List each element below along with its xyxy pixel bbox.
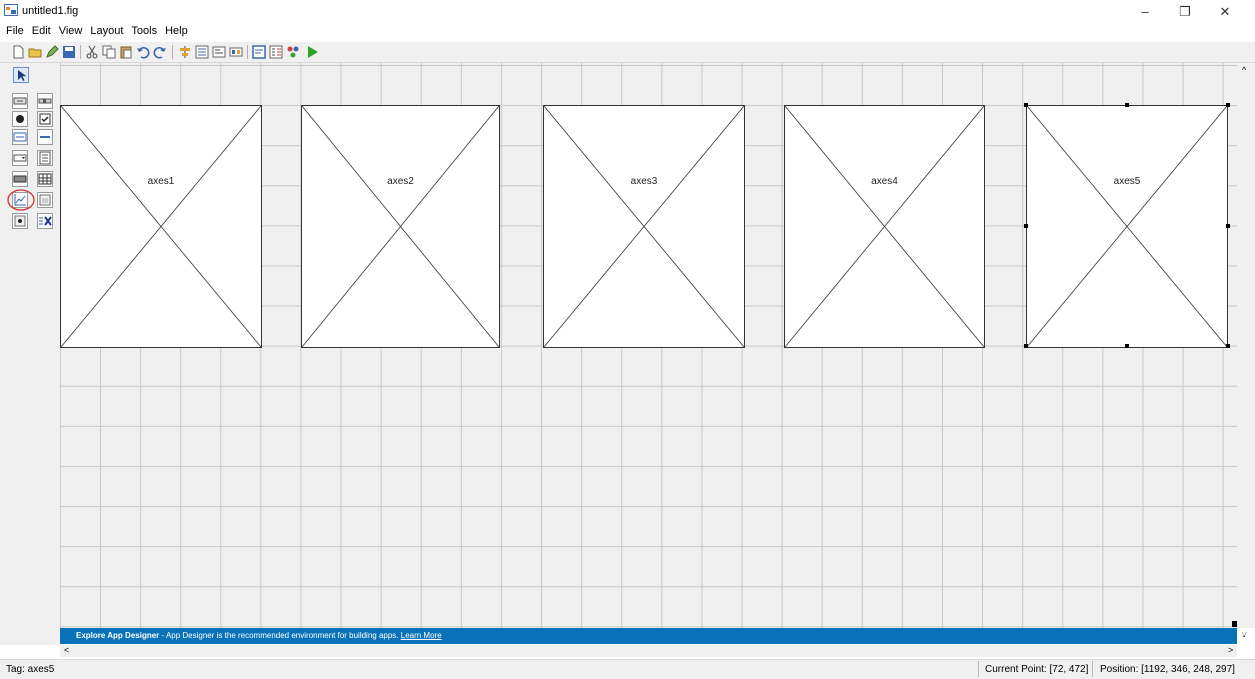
new-file-icon[interactable] <box>11 45 25 59</box>
resize-handle[interactable] <box>1024 344 1028 348</box>
push-button-icon[interactable] <box>12 93 28 109</box>
toolbar-separator <box>247 45 248 59</box>
property-inspector-icon[interactable] <box>269 45 283 59</box>
axes-placeholder-cross <box>61 106 261 347</box>
resize-handle[interactable] <box>1024 103 1028 107</box>
select-arrow-icon[interactable] <box>13 67 29 83</box>
axes-box[interactable]: axes3 <box>543 105 745 348</box>
toolbar-separator <box>172 45 173 59</box>
status-divider <box>1092 661 1093 677</box>
popup-menu-icon[interactable] <box>12 150 28 166</box>
resize-handle[interactable] <box>1024 224 1028 228</box>
axes-placeholder-cross <box>785 106 984 347</box>
close-button[interactable]: ✕ <box>1205 2 1245 22</box>
panel-icon[interactable] <box>37 192 53 208</box>
static-text-icon[interactable] <box>37 129 53 145</box>
radio-button-icon[interactable] <box>12 111 28 127</box>
resize-handle[interactable] <box>1226 224 1230 228</box>
axes-placeholder-cross <box>544 106 744 347</box>
toolbar-separator <box>80 45 81 59</box>
editor-icon[interactable] <box>252 45 266 59</box>
open-folder-icon[interactable] <box>28 45 42 59</box>
menu-edit[interactable]: Edit <box>28 22 55 37</box>
align-objects-icon[interactable] <box>178 45 192 59</box>
edit-text-icon[interactable] <box>12 129 28 145</box>
tab-order-editor-icon[interactable] <box>212 45 226 59</box>
scroll-left-arrow-icon[interactable]: < <box>64 645 69 655</box>
component-palette <box>0 63 60 645</box>
redo-icon[interactable] <box>153 45 167 59</box>
layout-canvas[interactable]: axes1 axes2 axes3 axes4 axes5 <box>60 63 1237 628</box>
status-divider <box>978 661 979 677</box>
axes-label: axes4 <box>871 176 898 187</box>
axes-placeholder-cross <box>302 106 499 347</box>
cut-icon[interactable] <box>85 45 99 59</box>
axes-label: axes3 <box>630 176 658 187</box>
matlab-fig-icon <box>4 4 18 16</box>
menu-layout[interactable]: Layout <box>86 22 127 37</box>
object-browser-icon[interactable] <box>286 45 300 59</box>
resize-handle[interactable] <box>1226 103 1230 107</box>
axes-box[interactable]: axes4 <box>784 105 985 348</box>
menu-tools[interactable]: Tools <box>127 22 161 37</box>
scroll-up-arrow-icon[interactable]: ^ <box>1242 65 1246 75</box>
app-designer-banner: Explore App Designer - App Designer is t… <box>60 628 1249 644</box>
menu-help[interactable]: Help <box>161 22 192 37</box>
toggle-button-icon[interactable] <box>12 171 28 187</box>
axes-placeholder-cross <box>1027 106 1227 347</box>
checkbox-icon[interactable] <box>37 111 53 127</box>
resize-handle[interactable] <box>1125 103 1129 107</box>
toolbar <box>0 42 1255 63</box>
axes-label: axes2 <box>387 176 414 187</box>
status-tag: Tag: axes5 <box>6 664 55 675</box>
horizontal-scrollbar[interactable]: < > <box>60 645 1237 657</box>
activex-icon[interactable] <box>37 213 53 229</box>
slider-icon[interactable] <box>37 93 53 109</box>
paste-icon[interactable] <box>119 45 133 59</box>
restore-button[interactable]: ❐ <box>1165 2 1205 22</box>
run-icon[interactable] <box>305 45 319 59</box>
status-bar: Tag: axes5 Current Point: [72, 472] Posi… <box>0 659 1255 679</box>
menu-bar: File Edit View Layout Tools Help <box>0 22 1255 42</box>
undo-icon[interactable] <box>136 45 150 59</box>
axes-label: axes5 <box>1113 176 1141 187</box>
axes-box[interactable]: axes1 <box>60 105 262 348</box>
button-group-icon[interactable] <box>12 213 28 229</box>
toolbar-editor-icon[interactable] <box>229 45 243 59</box>
menu-editor-icon[interactable] <box>195 45 209 59</box>
resize-handle[interactable] <box>1125 344 1129 348</box>
scroll-right-arrow-icon[interactable]: > <box>1228 645 1233 655</box>
status-position: Position: [1192, 346, 248, 297] <box>1100 664 1235 675</box>
banner-close-icon[interactable]: ⊞ <box>1237 630 1249 642</box>
banner-title: Explore App Designer <box>76 631 160 640</box>
listbox-icon[interactable] <box>37 150 53 166</box>
axes-box[interactable]: axes2 <box>301 105 500 348</box>
save-icon[interactable] <box>62 45 76 59</box>
menu-view[interactable]: View <box>55 22 87 37</box>
window-title: untitled1.fig <box>22 5 79 17</box>
title-bar: untitled1.fig – ❐ ✕ <box>0 0 1255 22</box>
axes-box-selected[interactable]: axes5 <box>1026 105 1228 348</box>
red-circle-annotation <box>7 189 35 211</box>
table-icon[interactable] <box>37 171 53 187</box>
status-current-point: Current Point: [72, 472] <box>985 664 1089 675</box>
copy-icon[interactable] <box>102 45 116 59</box>
minimize-button[interactable]: – <box>1125 2 1165 22</box>
menu-file[interactable]: File <box>2 22 28 37</box>
vertical-scrollbar[interactable]: ^ v <box>1237 63 1255 639</box>
learn-more-link[interactable]: Learn More <box>401 631 442 640</box>
axes-label: axes1 <box>147 176 175 187</box>
resize-handle[interactable] <box>1226 344 1230 348</box>
edit-icon[interactable] <box>45 45 59 59</box>
banner-text: - App Designer is the recommended enviro… <box>159 631 401 640</box>
